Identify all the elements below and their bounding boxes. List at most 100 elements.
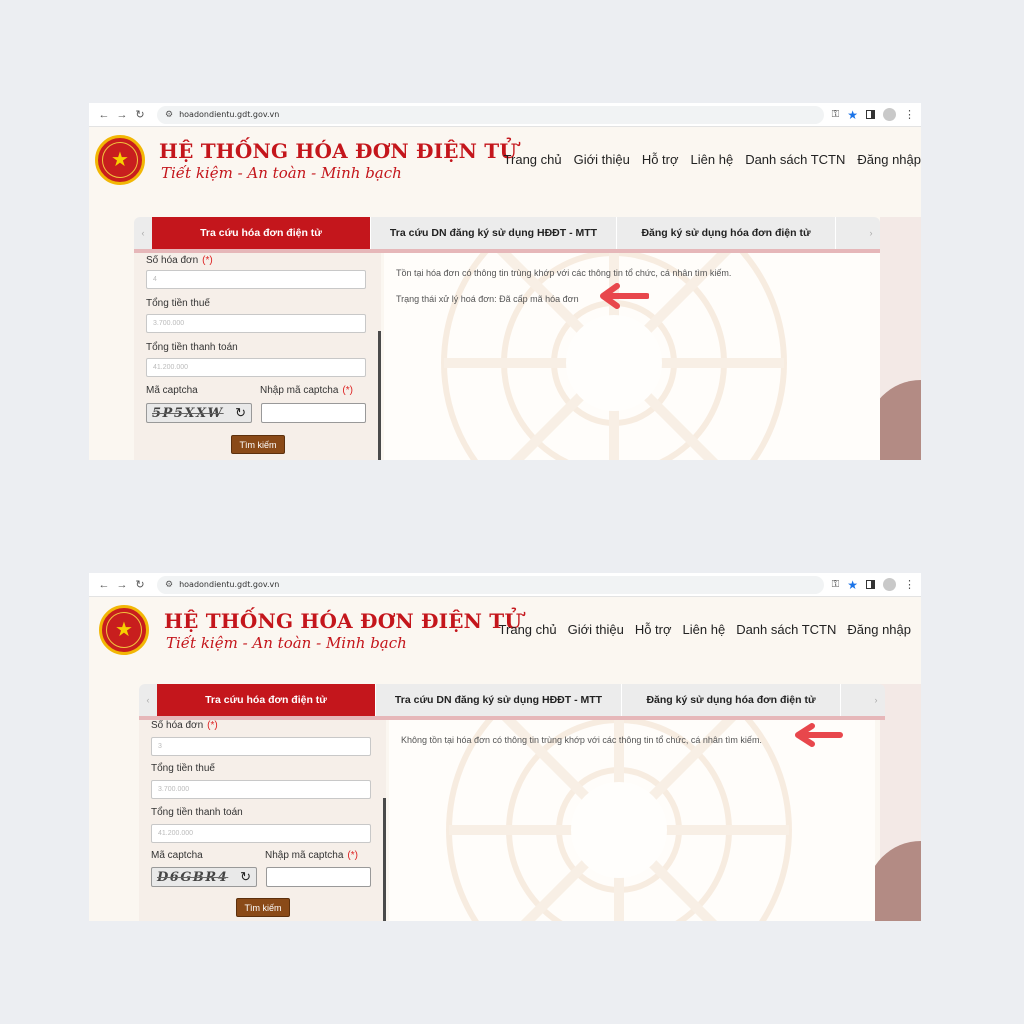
nav-about[interactable]: Giới thiệu bbox=[568, 622, 624, 637]
tab-register[interactable]: Đăng ký sử dụng hóa đơn điện tử bbox=[617, 217, 836, 249]
nav-login[interactable]: Đăng nhập bbox=[847, 622, 911, 637]
result-message: Không tồn tại hóa đơn có thông tin trùng… bbox=[401, 735, 762, 745]
captcha-input-label: Nhập mã captcha (*) bbox=[265, 850, 358, 861]
url-text: hoadondientu.gdt.gov.vn bbox=[179, 580, 280, 589]
tax-total-input[interactable]: 3.700.000 bbox=[146, 314, 366, 333]
tab-invoice-lookup[interactable]: Tra cứu hóa đơn điện tử bbox=[157, 684, 376, 716]
payment-total-label: Tổng tiền thanh toán bbox=[151, 807, 243, 818]
invoice-number-label: Số hóa đơn (*) bbox=[146, 255, 213, 266]
profile-avatar[interactable] bbox=[883, 108, 896, 121]
more-menu-icon[interactable]: ⋮ bbox=[904, 108, 915, 121]
captcha-input-label: Nhập mã captcha (*) bbox=[260, 385, 353, 396]
screenshot-1: ← → ↻ ⚙ hoadondientu.gdt.gov.vn ⚿ ★ ⋮ ★ … bbox=[89, 103, 921, 460]
red-arrow-icon bbox=[795, 723, 843, 747]
result-panel: Không tồn tại hóa đơn có thông tin trùng… bbox=[389, 720, 875, 921]
url-text: hoadondientu.gdt.gov.vn bbox=[179, 110, 280, 119]
nav-support[interactable]: Hỗ trợ bbox=[642, 152, 679, 167]
captcha-label: Mã captcha bbox=[146, 385, 198, 396]
site-title: HỆ THỐNG HÓA ĐƠN ĐIỆN TỬ bbox=[164, 609, 523, 633]
nav-tctn-list[interactable]: Danh sách TCTN bbox=[736, 622, 836, 637]
address-bar[interactable]: ⚙ hoadondientu.gdt.gov.vn bbox=[157, 105, 824, 124]
key-icon[interactable]: ⚿ bbox=[832, 579, 840, 590]
site-settings-icon[interactable]: ⚙ bbox=[165, 580, 173, 590]
back-icon[interactable]: ← bbox=[95, 579, 113, 591]
back-icon[interactable]: ← bbox=[95, 109, 113, 121]
refresh-captcha-icon[interactable]: ↻ bbox=[240, 869, 251, 885]
result-message: Tồn tại hóa đơn có thông tin trùng khớp … bbox=[396, 268, 732, 278]
payment-total-input[interactable]: 41.200.000 bbox=[146, 358, 366, 377]
captcha-image: D6GBR4 ↻ bbox=[151, 867, 257, 887]
search-form: Số hóa đơn (*) 4 Tổng tiền thuế 3.700.000… bbox=[134, 253, 381, 460]
reload-icon[interactable]: ↻ bbox=[131, 578, 149, 591]
side-panel-icon[interactable] bbox=[866, 110, 875, 119]
bookmark-star-icon[interactable]: ★ bbox=[847, 578, 858, 592]
red-arrow-icon bbox=[600, 283, 649, 309]
nav-contact[interactable]: Liên hệ bbox=[683, 622, 726, 637]
nav-about[interactable]: Giới thiệu bbox=[574, 152, 630, 167]
payment-total-input[interactable]: 41.200.000 bbox=[151, 824, 371, 843]
tab-mtt-lookup[interactable]: Tra cứu DN đăng ký sử dụng HĐĐT - MTT bbox=[376, 684, 622, 716]
form-scrollbar[interactable] bbox=[378, 331, 381, 460]
browser-toolbar: ← → ↻ ⚙ hoadondientu.gdt.gov.vn ⚿ ★ ⋮ bbox=[89, 573, 921, 597]
search-button[interactable]: Tìm kiếm bbox=[231, 435, 285, 454]
site-header: ★ HỆ THỐNG HÓA ĐƠN ĐIỆN TỬ Tiết kiệm - A… bbox=[89, 127, 921, 202]
key-icon[interactable]: ⚿ bbox=[832, 109, 840, 120]
nav-tctn-list[interactable]: Danh sách TCTN bbox=[745, 152, 845, 167]
site-slogan: Tiết kiệm - An toàn - Minh bạch bbox=[166, 634, 407, 652]
nav-login[interactable]: Đăng nhập bbox=[857, 152, 921, 167]
captcha-code: D6GBR4 bbox=[157, 869, 229, 885]
search-button[interactable]: Tìm kiếm bbox=[236, 898, 290, 917]
emblem-logo: ★ bbox=[95, 135, 145, 185]
nav-home[interactable]: Trang chủ bbox=[499, 622, 557, 637]
profile-avatar[interactable] bbox=[883, 578, 896, 591]
tab-mtt-lookup[interactable]: Tra cứu DN đăng ký sử dụng HĐĐT - MTT bbox=[371, 217, 617, 249]
tax-total-input[interactable]: 3.700.000 bbox=[151, 780, 371, 799]
search-form: Số hóa đơn (*) 3 Tổng tiền thuế 3.700.000… bbox=[139, 720, 386, 921]
forward-icon[interactable]: → bbox=[113, 579, 131, 591]
invoice-number-label: Số hóa đơn (*) bbox=[151, 720, 218, 731]
tax-total-label: Tổng tiền thuế bbox=[146, 298, 210, 309]
address-bar[interactable]: ⚙ hoadondientu.gdt.gov.vn bbox=[157, 575, 824, 594]
drum-pattern-background bbox=[446, 720, 792, 921]
forward-icon[interactable]: → bbox=[113, 109, 131, 121]
screenshot-2: ← → ↻ ⚙ hoadondientu.gdt.gov.vn ⚿ ★ ⋮ ★ … bbox=[89, 573, 921, 921]
tab-scroll-left-icon[interactable]: ‹ bbox=[134, 217, 152, 249]
tab-register[interactable]: Đăng ký sử dụng hóa đơn điện tử bbox=[622, 684, 841, 716]
emblem-logo: ★ bbox=[99, 605, 149, 655]
bookmark-star-icon[interactable]: ★ bbox=[847, 108, 858, 122]
payment-total-label: Tổng tiền thanh toán bbox=[146, 342, 238, 353]
site-settings-icon[interactable]: ⚙ bbox=[165, 110, 173, 120]
more-menu-icon[interactable]: ⋮ bbox=[904, 578, 915, 591]
tab-scroll-left-icon[interactable]: ‹ bbox=[139, 684, 157, 716]
side-panel-icon[interactable] bbox=[866, 580, 875, 589]
main-nav: Trang chủ Giới thiệu Hỗ trợ Liên hệ Danh… bbox=[504, 152, 921, 167]
tax-total-label: Tổng tiền thuế bbox=[151, 763, 215, 774]
main-nav: Trang chủ Giới thiệu Hỗ trợ Liên hệ Danh… bbox=[499, 622, 911, 637]
tab-scroll-right-icon[interactable]: › bbox=[862, 217, 880, 249]
decor-panel bbox=[866, 217, 921, 460]
nav-contact[interactable]: Liên hệ bbox=[691, 152, 734, 167]
invoice-number-input[interactable]: 3 bbox=[151, 737, 371, 756]
invoice-status-text: Trạng thái xử lý hoá đơn: Đã cấp mã hóa … bbox=[396, 294, 579, 304]
nav-home[interactable]: Trang chủ bbox=[504, 152, 562, 167]
nav-support[interactable]: Hỗ trợ bbox=[635, 622, 672, 637]
reload-icon[interactable]: ↻ bbox=[131, 108, 149, 121]
tab-invoice-lookup[interactable]: Tra cứu hóa đơn điện tử bbox=[152, 217, 371, 249]
form-scrollbar[interactable] bbox=[383, 798, 386, 921]
tab-scroll-right-icon[interactable]: › bbox=[867, 684, 885, 716]
refresh-captcha-icon[interactable]: ↻ bbox=[235, 405, 246, 421]
captcha-image: 5P5XXW ↻ bbox=[146, 403, 252, 423]
site-title: HỆ THỐNG HÓA ĐƠN ĐIỆN TỬ bbox=[159, 139, 518, 163]
captcha-code: 5P5XXW bbox=[152, 405, 224, 421]
site-header: ★ HỆ THỐNG HÓA ĐƠN ĐIỆN TỬ Tiết kiệm - A… bbox=[89, 597, 921, 672]
invoice-number-input[interactable]: 4 bbox=[146, 270, 366, 289]
tab-bar: ‹ Tra cứu hóa đơn điện tử Tra cứu DN đăn… bbox=[134, 217, 880, 249]
decor-panel bbox=[866, 684, 921, 921]
captcha-input[interactable] bbox=[261, 403, 366, 423]
captcha-input[interactable] bbox=[266, 867, 371, 887]
site-slogan: Tiết kiệm - An toàn - Minh bạch bbox=[161, 164, 402, 182]
captcha-label: Mã captcha bbox=[151, 850, 203, 861]
tab-bar: ‹ Tra cứu hóa đơn điện tử Tra cứu DN đăn… bbox=[139, 684, 885, 716]
result-panel: Tồn tại hóa đơn có thông tin trùng khớp … bbox=[384, 253, 880, 460]
browser-toolbar: ← → ↻ ⚙ hoadondientu.gdt.gov.vn ⚿ ★ ⋮ bbox=[89, 103, 921, 127]
